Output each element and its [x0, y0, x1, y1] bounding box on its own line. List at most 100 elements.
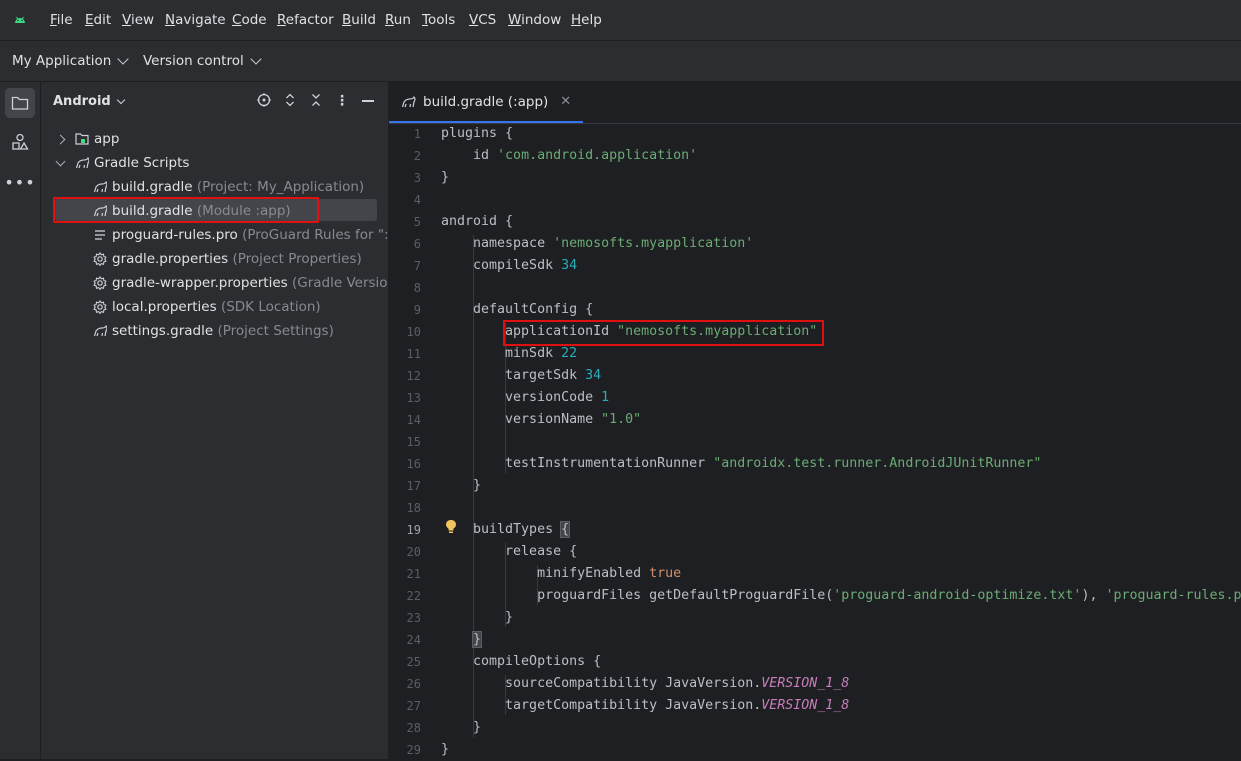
more-horizontal-icon: ••• — [4, 172, 36, 192]
tree-item-gradle-scripts[interactable]: Gradle Scripts — [41, 152, 388, 174]
code-line[interactable]: plugins { — [441, 123, 513, 145]
tab-build-gradle-app[interactable]: build.gradle (:app) ✕ — [389, 82, 584, 123]
code-line[interactable]: versionName "1.0" — [441, 409, 641, 431]
tree-item-settings-gradle[interactable]: settings.gradle (Project Settings) — [41, 320, 388, 342]
code-line[interactable]: sourceCompatibility JavaVersion.VERSION_… — [441, 673, 849, 695]
locate-file-button[interactable] — [255, 92, 273, 110]
line-number: 13 — [406, 391, 421, 405]
tree-item-name: Gradle Scripts — [94, 155, 190, 171]
line-number-gutter: 1 2 3 4 5 6 7 8 9 10 11 12 13 14 15 16 17 18 19 20 21 22 23 24 2… — [389, 123, 433, 759]
line-number: 16 — [406, 457, 421, 471]
tree-item-build-gradle[interactable]: build.gradle (Project: My_Application) — [41, 176, 388, 198]
menu-run[interactable]: Run — [385, 12, 411, 28]
editor-area: build.gradle (:app) ✕ 1 2 3 4 5 6 7 8 9 10 11 12 13 1… — [389, 82, 1241, 759]
code-line[interactable]: } — [441, 167, 449, 189]
code-line[interactable]: } — [441, 739, 449, 759]
code-line[interactable]: namespace 'nemosofts.myapplication' — [441, 233, 753, 255]
tree-item-hint: (Gradle Version) — [292, 275, 388, 291]
code-line[interactable]: minifyEnabled true — [441, 563, 681, 585]
line-number: 1 — [413, 127, 421, 141]
tree-item-app[interactable]: app — [41, 128, 388, 150]
tree-item-local-properties[interactable]: local.properties (SDK Location) — [41, 296, 388, 318]
code-editor[interactable]: plugins { id 'com.android.application'} a… — [441, 123, 1241, 759]
chevron-down-icon — [250, 53, 262, 65]
highlight-box — [503, 320, 824, 346]
expand-icon — [286, 93, 294, 107]
code-line[interactable]: } — [441, 717, 481, 739]
code-line[interactable]: testInstrumentationRunner "androidx.test… — [441, 453, 1041, 475]
code-line[interactable]: } — [441, 475, 481, 497]
menu-tools[interactable]: Tools — [422, 12, 455, 28]
code-line[interactable]: android { — [441, 211, 513, 233]
menu-vcs[interactable]: VCS — [469, 12, 496, 28]
collapse-all-button[interactable] — [307, 92, 325, 110]
highlight-box — [53, 197, 319, 223]
tree-item-name: app — [94, 131, 120, 147]
tree-item-name: gradle.properties — [112, 251, 229, 267]
main-toolbar: My Application Version control — [0, 41, 1241, 82]
settings-file-icon — [93, 276, 107, 290]
project-switcher[interactable]: My Application — [12, 53, 130, 69]
menu-file[interactable]: File — [50, 12, 73, 28]
code-line[interactable]: } — [441, 629, 483, 651]
expand-all-button[interactable] — [281, 92, 299, 110]
menu-help[interactable]: Help — [571, 12, 602, 28]
menu-edit[interactable]: Edit — [85, 12, 111, 28]
panel-options-button[interactable]: ⋮ — [333, 92, 351, 110]
code-line[interactable]: targetSdk 34 — [441, 365, 601, 387]
line-number: 27 — [406, 699, 421, 713]
code-line[interactable]: proguardFiles getDefaultProguardFile('pr… — [441, 585, 1241, 607]
code-line[interactable]: defaultConfig { — [441, 299, 593, 321]
text-file-icon — [95, 230, 105, 240]
collapse-icon — [312, 94, 320, 106]
menu-code[interactable]: Code — [232, 12, 267, 28]
code-line[interactable]: buildTypes { — [441, 519, 571, 541]
minimize-icon — [362, 100, 374, 102]
more-tools-button[interactable]: ••• — [4, 167, 36, 197]
line-number: 15 — [406, 435, 421, 449]
line-number: 14 — [406, 413, 421, 427]
code-line[interactable]: versionCode 1 — [441, 387, 609, 409]
close-icon[interactable]: ✕ — [560, 94, 571, 109]
resource-manager-button[interactable] — [5, 127, 35, 157]
line-number: 21 — [406, 567, 421, 581]
folder-icon — [11, 96, 29, 110]
chevron-down-icon — [117, 53, 130, 65]
shapes-icon — [12, 133, 29, 150]
code-line[interactable]: } — [441, 607, 513, 629]
line-number: 25 — [406, 655, 421, 669]
chevron-right-icon[interactable] — [55, 134, 66, 145]
project-view-mode: Android — [53, 94, 111, 109]
code-line[interactable]: targetCompatibility JavaVersion.VERSION_… — [441, 695, 849, 717]
android-studio-logo[interactable] — [13, 13, 27, 27]
code-line[interactable]: minSdk 22 — [441, 343, 577, 365]
menu-window[interactable]: Window — [508, 12, 561, 28]
code-line[interactable]: release { — [441, 541, 577, 563]
project-tool-button[interactable] — [5, 88, 35, 118]
line-number: 12 — [406, 369, 421, 383]
code-line[interactable]: compileOptions { — [441, 651, 601, 673]
version-control-menu[interactable]: Version control — [143, 53, 262, 69]
crosshair-icon — [257, 93, 271, 107]
chevron-down-icon[interactable] — [55, 156, 66, 167]
menu-navigate[interactable]: Navigate — [165, 12, 226, 28]
tree-item-proguard-rules-pro[interactable]: proguard-rules.pro (ProGuard Rules for "… — [41, 224, 388, 246]
line-number: 18 — [406, 501, 421, 515]
version-control-label: Version control — [143, 53, 244, 69]
menu-build[interactable]: Build — [342, 12, 376, 28]
more-vertical-icon: ⋮ — [335, 93, 349, 109]
menu-view[interactable]: View — [122, 12, 154, 28]
line-number: 28 — [406, 721, 421, 735]
tree-item-gradle-wrapper-properties[interactable]: gradle-wrapper.properties (Gradle Versio… — [41, 272, 388, 294]
line-number: 23 — [406, 611, 421, 625]
tree-item-gradle-properties[interactable]: gradle.properties (Project Properties) — [41, 248, 388, 270]
gradle-icon — [93, 324, 107, 337]
code-line[interactable]: id 'com.android.application' — [441, 145, 697, 167]
menu-refactor[interactable]: Refactor — [277, 12, 334, 28]
code-line[interactable]: compileSdk 34 — [441, 255, 577, 277]
line-number: 4 — [413, 193, 421, 207]
hide-panel-button[interactable] — [359, 92, 377, 110]
tab-label: build.gradle (:app) — [423, 93, 549, 110]
line-number: 29 — [406, 743, 421, 757]
project-view-selector[interactable]: Android — [53, 94, 125, 109]
